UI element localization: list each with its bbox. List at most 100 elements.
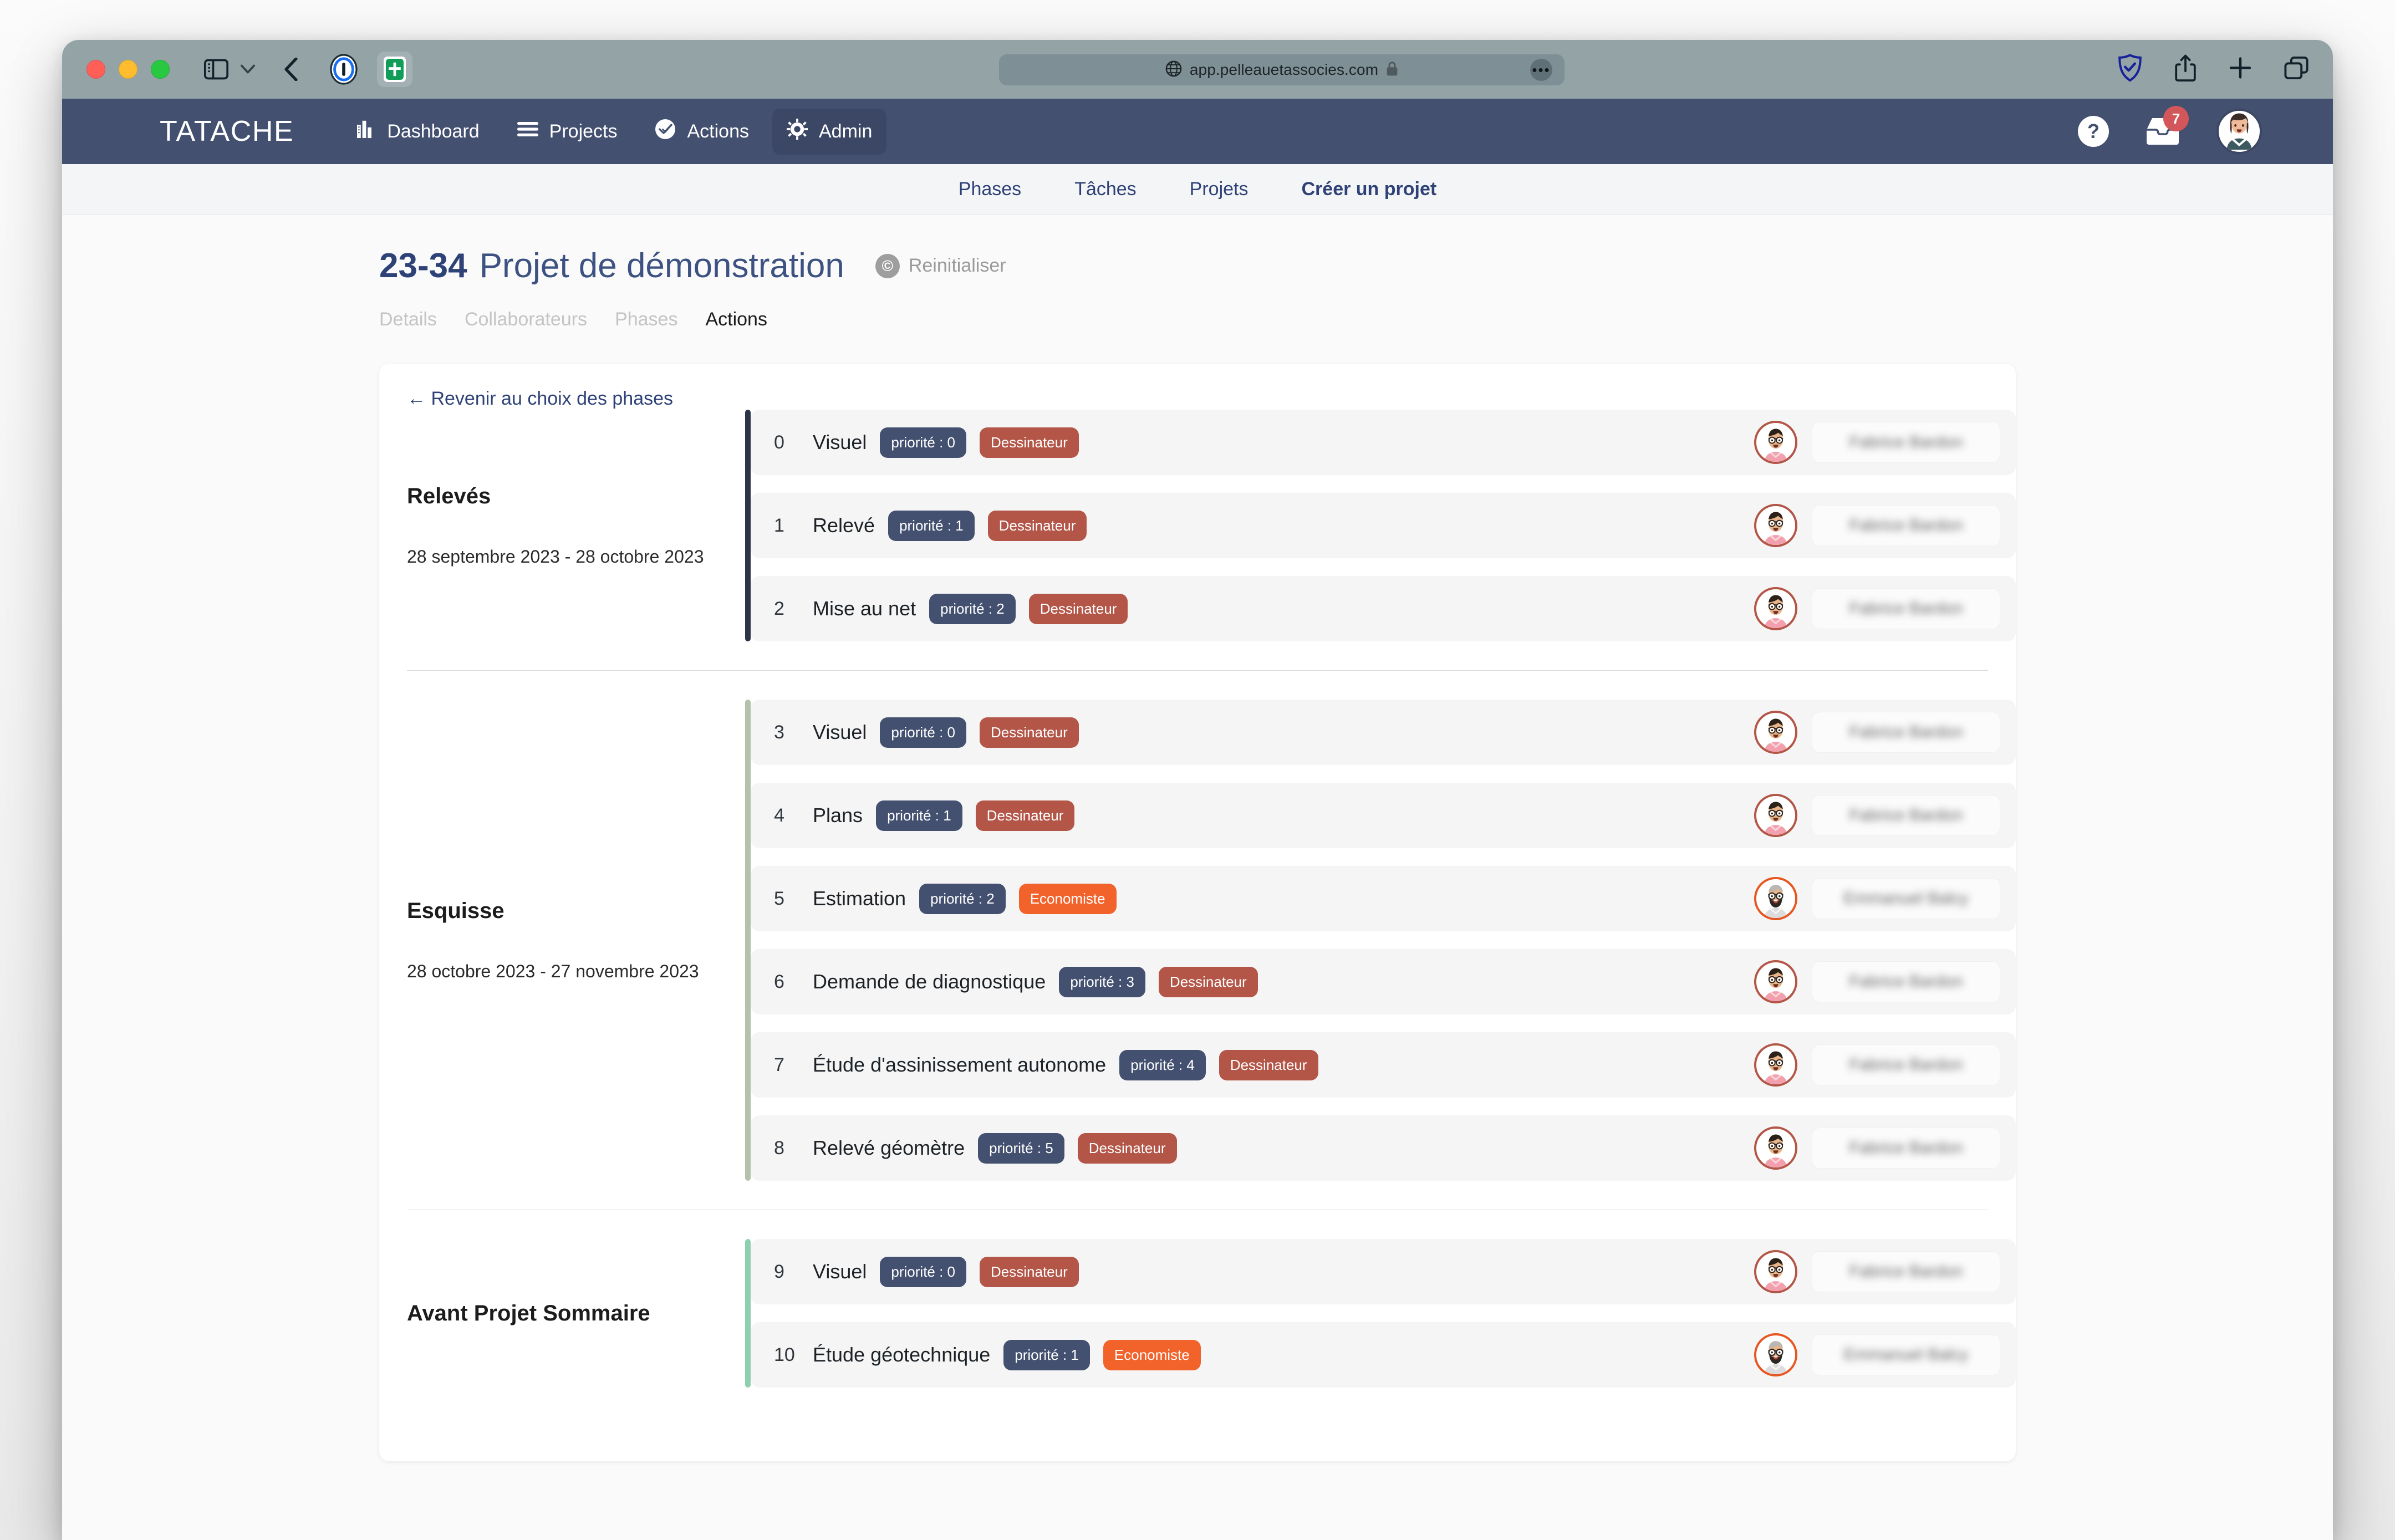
assignee-avatar[interactable]	[1754, 504, 1797, 547]
reader-view-icon[interactable]	[329, 53, 358, 85]
phase-color-bar	[745, 410, 751, 641]
action-title: Étude géotechnique	[813, 1343, 991, 1366]
phase-dates: 28 octobre 2023 - 27 novembre 2023	[407, 961, 699, 981]
action-row[interactable]: 10 Étude géotechnique priorité : 1 Economis…	[751, 1322, 2016, 1388]
assignee-name-chip[interactable]: Fabrice Bardon	[1812, 961, 2000, 1002]
action-index: 7	[774, 1054, 784, 1075]
tab-phases[interactable]: Phases	[615, 309, 677, 330]
assignee-cell: Fabrice Bardon	[1754, 1250, 2000, 1293]
assignee-name-chip[interactable]: Fabrice Bardon	[1812, 1128, 2000, 1169]
new-tab-plus-icon[interactable]	[2229, 57, 2252, 83]
action-row[interactable]: 3 Visuel priorité : 0 Dessinateur Fabrice B…	[751, 700, 2016, 765]
privacy-shield-icon[interactable]	[2118, 54, 2142, 85]
address-bar[interactable]: app.pelleauetassocies.com •••	[999, 54, 1565, 85]
assignee-name-chip[interactable]: Fabrice Bardon	[1812, 588, 2000, 629]
phase-rows: 9 Visuel priorité : 0 Dessinateur Fabrice B…	[751, 1239, 2016, 1388]
back-to-phases-link[interactable]: ← Revenir au choix des phases	[379, 388, 2016, 410]
action-row[interactable]: 5 Estimation priorité : 2 Economiste Emmanu…	[751, 866, 2016, 931]
assignee-avatar[interactable]	[1754, 587, 1797, 630]
back-chevron-icon[interactable]	[284, 58, 298, 81]
priority-badge: priorité : 1	[1003, 1339, 1090, 1370]
phase-name: Relevés	[407, 484, 491, 508]
nav-item-dashboard[interactable]: Dashboard	[342, 109, 493, 154]
inbox-button[interactable]: 7	[2144, 106, 2189, 149]
assignee-name: Fabrice Bardon	[1849, 972, 1963, 991]
assignee-cell: Fabrice Bardon	[1754, 1126, 2000, 1170]
project-tabs: Details Collaborateurs Phases Actions	[379, 309, 2333, 330]
action-row[interactable]: 6 Demande de diagnostique priorité : 3 Dess…	[751, 949, 2016, 1014]
help-icon[interactable]: ?	[2078, 116, 2109, 147]
action-row[interactable]: 0 Visuel priorité : 0 Dessinateur Fabrice B…	[751, 410, 2016, 475]
tab-collaborateurs[interactable]: Collaborateurs	[465, 309, 587, 330]
assignee-cell: Emmanuel Balcy	[1754, 1333, 2000, 1376]
subnav-item-creer-un-projet[interactable]: Créer un projet	[1302, 179, 1437, 200]
action-title: Demande de diagnostique	[813, 970, 1046, 993]
phase-info: Esquisse 28 octobre 2023 - 27 novembre 20…	[407, 700, 745, 1181]
active-tab-chip[interactable]	[377, 52, 412, 87]
subnav-item-projets[interactable]: Projets	[1190, 179, 1249, 200]
nav-item-label: Projects	[549, 120, 618, 142]
phase-name: Esquisse	[407, 899, 505, 923]
project-name: Projet de démonstration	[479, 247, 844, 285]
subnav-item-taches[interactable]: Tâches	[1074, 179, 1137, 200]
action-row[interactable]: 2 Mise au net priorité : 2 Dessinateur Fabr…	[751, 576, 2016, 641]
assignee-name: Fabrice Bardon	[1849, 516, 1963, 534]
close-window-button[interactable]	[86, 60, 105, 79]
tab-details[interactable]: Details	[379, 309, 437, 330]
assignee-avatar[interactable]	[1754, 711, 1797, 754]
assignee-name-chip[interactable]: Fabrice Bardon	[1812, 712, 2000, 753]
action-row[interactable]: 8 Relevé géomètre priorité : 5 Dessinateur …	[751, 1115, 2016, 1181]
more-options-icon[interactable]: •••	[1530, 59, 1552, 81]
assignee-avatar[interactable]	[1754, 421, 1797, 464]
share-icon[interactable]	[2174, 54, 2197, 85]
nav-item-admin[interactable]: Admin	[772, 108, 887, 155]
phase-block: Avant Projet Sommaire 9 Visuel priorité : 0…	[379, 1239, 2016, 1388]
priority-badge: priorité : 1	[876, 800, 962, 831]
address-text: app.pelleauetassocies.com	[1189, 61, 1379, 78]
priority-badge: priorité : 2	[919, 883, 1006, 914]
priority-badge: priorité : 2	[929, 593, 1016, 624]
assignee-cell: Fabrice Bardon	[1754, 504, 2000, 547]
project-code: 23-34	[379, 247, 467, 285]
assignee-avatar[interactable]	[1754, 960, 1797, 1003]
tab-overview-icon[interactable]	[2284, 57, 2309, 83]
inbox-icon	[2144, 118, 2181, 149]
assignee-avatar[interactable]	[1754, 1043, 1797, 1087]
nav-item-projects[interactable]: Projects	[503, 111, 632, 152]
assignee-avatar[interactable]	[1754, 1333, 1797, 1376]
assignee-name-chip[interactable]: Fabrice Bardon	[1812, 422, 2000, 463]
action-index: 2	[774, 598, 784, 619]
action-row[interactable]: 4 Plans priorité : 1 Dessinateur Fabrice Ba…	[751, 783, 2016, 848]
assignee-name-chip[interactable]: Fabrice Bardon	[1812, 505, 2000, 546]
assignee-avatar[interactable]	[1754, 794, 1797, 837]
maximize-window-button[interactable]	[151, 60, 170, 79]
tab-actions[interactable]: Actions	[705, 309, 767, 330]
subnav-item-phases[interactable]: Phases	[959, 179, 1021, 200]
assignee-name-chip[interactable]: Fabrice Bardon	[1812, 795, 2000, 836]
assignee-avatar[interactable]	[1754, 1250, 1797, 1293]
assignee-avatar[interactable]	[1754, 1126, 1797, 1170]
phase-name: Avant Projet Sommaire	[407, 1301, 650, 1325]
assignee-name-chip[interactable]: Fabrice Bardon	[1812, 1251, 2000, 1292]
minimize-window-button[interactable]	[119, 60, 137, 79]
action-row[interactable]: 9 Visuel priorité : 0 Dessinateur Fabrice B…	[751, 1239, 2016, 1304]
role-badge: Dessinateur	[987, 510, 1087, 541]
brand-logo[interactable]: TATACHE	[160, 115, 294, 148]
priority-badge: priorité : 1	[888, 510, 975, 541]
phase-rows: 3 Visuel priorité : 0 Dessinateur Fabrice B…	[751, 700, 2016, 1181]
assignee-name-chip[interactable]: Fabrice Bardon	[1812, 1044, 2000, 1085]
priority-badge: priorité : 3	[1059, 966, 1145, 997]
assignee-name-chip[interactable]: Emmanuel Balcy	[1812, 878, 2000, 919]
lock-icon	[1386, 61, 1398, 79]
phase-separator	[407, 670, 1988, 671]
action-row[interactable]: 7 Étude d'assinissement autonome priorité …	[751, 1032, 2016, 1098]
nav-item-actions[interactable]: Actions	[640, 109, 763, 155]
reset-button[interactable]: © Reinitialiser	[875, 253, 1006, 278]
assignee-avatar[interactable]	[1754, 877, 1797, 920]
user-avatar[interactable]	[2216, 109, 2262, 154]
priority-badge: priorité : 0	[880, 1256, 967, 1287]
assignee-name-chip[interactable]: Emmanuel Balcy	[1812, 1334, 2000, 1375]
chevron-down-icon[interactable]	[241, 64, 255, 74]
sidebar-toggle-icon[interactable]	[204, 59, 228, 80]
action-row[interactable]: 1 Relevé priorité : 1 Dessinateur Fabrice B…	[751, 493, 2016, 558]
